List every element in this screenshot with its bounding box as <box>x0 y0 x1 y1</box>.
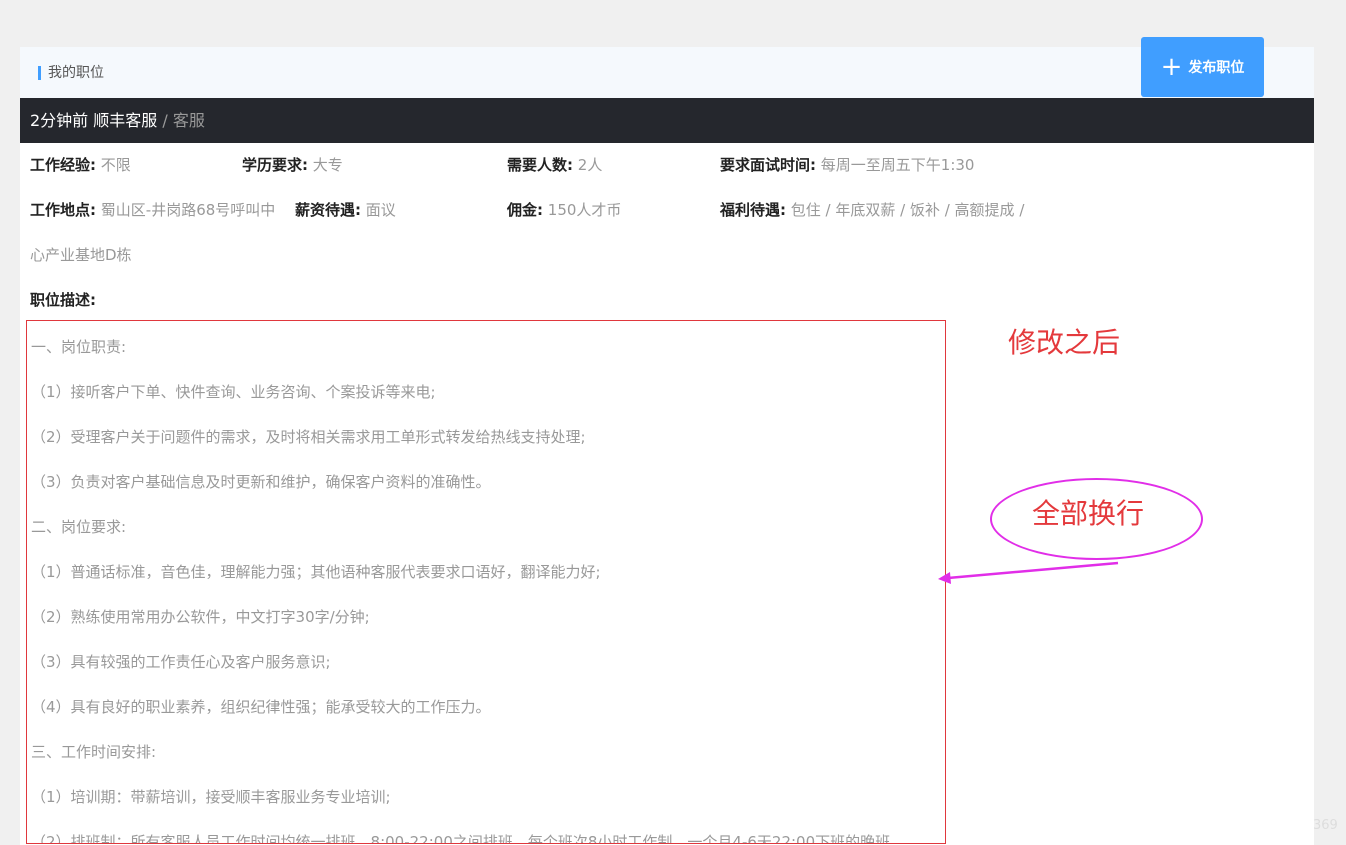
field-education: 学历要求: 大专 <box>242 154 343 176</box>
field-value: 面议 <box>366 201 396 219</box>
description-line: 一、岗位职责: <box>31 336 126 358</box>
field-label: 佣金: <box>507 201 543 219</box>
description-line: （2）熟练使用常用办公软件，中文打字30字/分钟; <box>31 606 370 628</box>
field-commission: 佣金: 150人才币 <box>507 199 621 221</box>
field-value: 150人才币 <box>548 201 622 219</box>
publish-job-button[interactable]: + 发布职位 <box>1141 37 1264 97</box>
field-headcount: 需要人数: 2人 <box>507 154 602 176</box>
field-salary: 薪资待遇: 面议 <box>295 199 396 221</box>
panel-header: 我的职位 <box>20 47 1314 98</box>
header-accent-bar <box>38 66 41 80</box>
field-label: 学历要求: <box>242 156 308 174</box>
description-line: （1）培训期：带薪培训，接受顺丰客服业务专业培训; <box>31 786 391 808</box>
field-location: 工作地点: 蜀山区-井岗路68号呼叫中 <box>30 199 275 221</box>
corner-watermark: 369 <box>1313 818 1338 834</box>
field-value: 大专 <box>313 156 343 174</box>
description-line: （3）具有较强的工作责任心及客户服务意识; <box>31 651 331 673</box>
description-line: （3）负责对客户基础信息及时更新和维护，确保客户资料的准确性。 <box>31 471 491 493</box>
description-title: 职位描述: <box>30 289 96 311</box>
publish-job-label: 发布职位 <box>1188 57 1244 77</box>
description-line: （4）具有良好的职业素养，组织纪律性强；能承受较大的工作压力。 <box>31 696 491 718</box>
field-value: 2人 <box>578 156 603 174</box>
description-line: 三、工作时间安排: <box>31 741 156 763</box>
job-time-name: 2分钟前 顺丰客服 / 客服 <box>30 110 205 132</box>
field-interview-time: 要求面试时间: 每周一至周五下午1:30 <box>720 154 974 176</box>
field-label: 薪资待遇: <box>295 201 361 219</box>
field-label: 工作经验: <box>30 156 96 174</box>
job-category: / 客服 <box>162 111 204 130</box>
description-line: （2）排班制：所有客服人员工作时间均统一排班，8:00-22:00之间排班，每个… <box>31 831 905 844</box>
field-value: 不限 <box>101 156 131 174</box>
description-box: 一、岗位职责: （1）接听客户下单、快件查询、业务咨询、个案投诉等来电; （2）… <box>26 320 946 844</box>
job-title: 2分钟前 顺丰客服 <box>30 111 157 130</box>
annotation-wrap-label: 全部换行 <box>1032 496 1144 532</box>
field-label: 工作地点: <box>30 201 96 219</box>
field-label: 福利待遇: <box>720 201 786 219</box>
description-line: 二、岗位要求: <box>31 516 126 538</box>
field-value: 包住 / 年底双薪 / 饭补 / 高额提成 / <box>791 201 1025 219</box>
description-line: （1）普通话标准，音色佳，理解能力强；其他语种客服代表要求口语好，翻译能力好; <box>31 561 601 583</box>
field-value: 每周一至周五下午1:30 <box>821 156 975 174</box>
field-experience: 工作经验: 不限 <box>30 154 131 176</box>
annotation-after-label: 修改之后 <box>1008 325 1120 361</box>
field-benefits: 福利待遇: 包住 / 年底双薪 / 饭补 / 高额提成 / <box>720 199 1024 221</box>
field-value: 蜀山区-井岗路68号呼叫中 <box>101 201 276 219</box>
description-line: （1）接听客户下单、快件查询、业务咨询、个案投诉等来电; <box>31 381 436 403</box>
description-line: （2）受理客户关于问题件的需求，及时将相关需求用工单形式转发给热线支持处理; <box>31 426 586 448</box>
job-title-bar[interactable]: 2分钟前 顺丰客服 / 客服 <box>20 98 1314 143</box>
location-value-continued: 心产业基地D栋 <box>30 244 132 266</box>
plus-icon: + <box>1161 54 1183 80</box>
field-label: 要求面试时间: <box>720 156 816 174</box>
field-label: 需要人数: <box>507 156 573 174</box>
page-title: 我的职位 <box>48 63 104 83</box>
